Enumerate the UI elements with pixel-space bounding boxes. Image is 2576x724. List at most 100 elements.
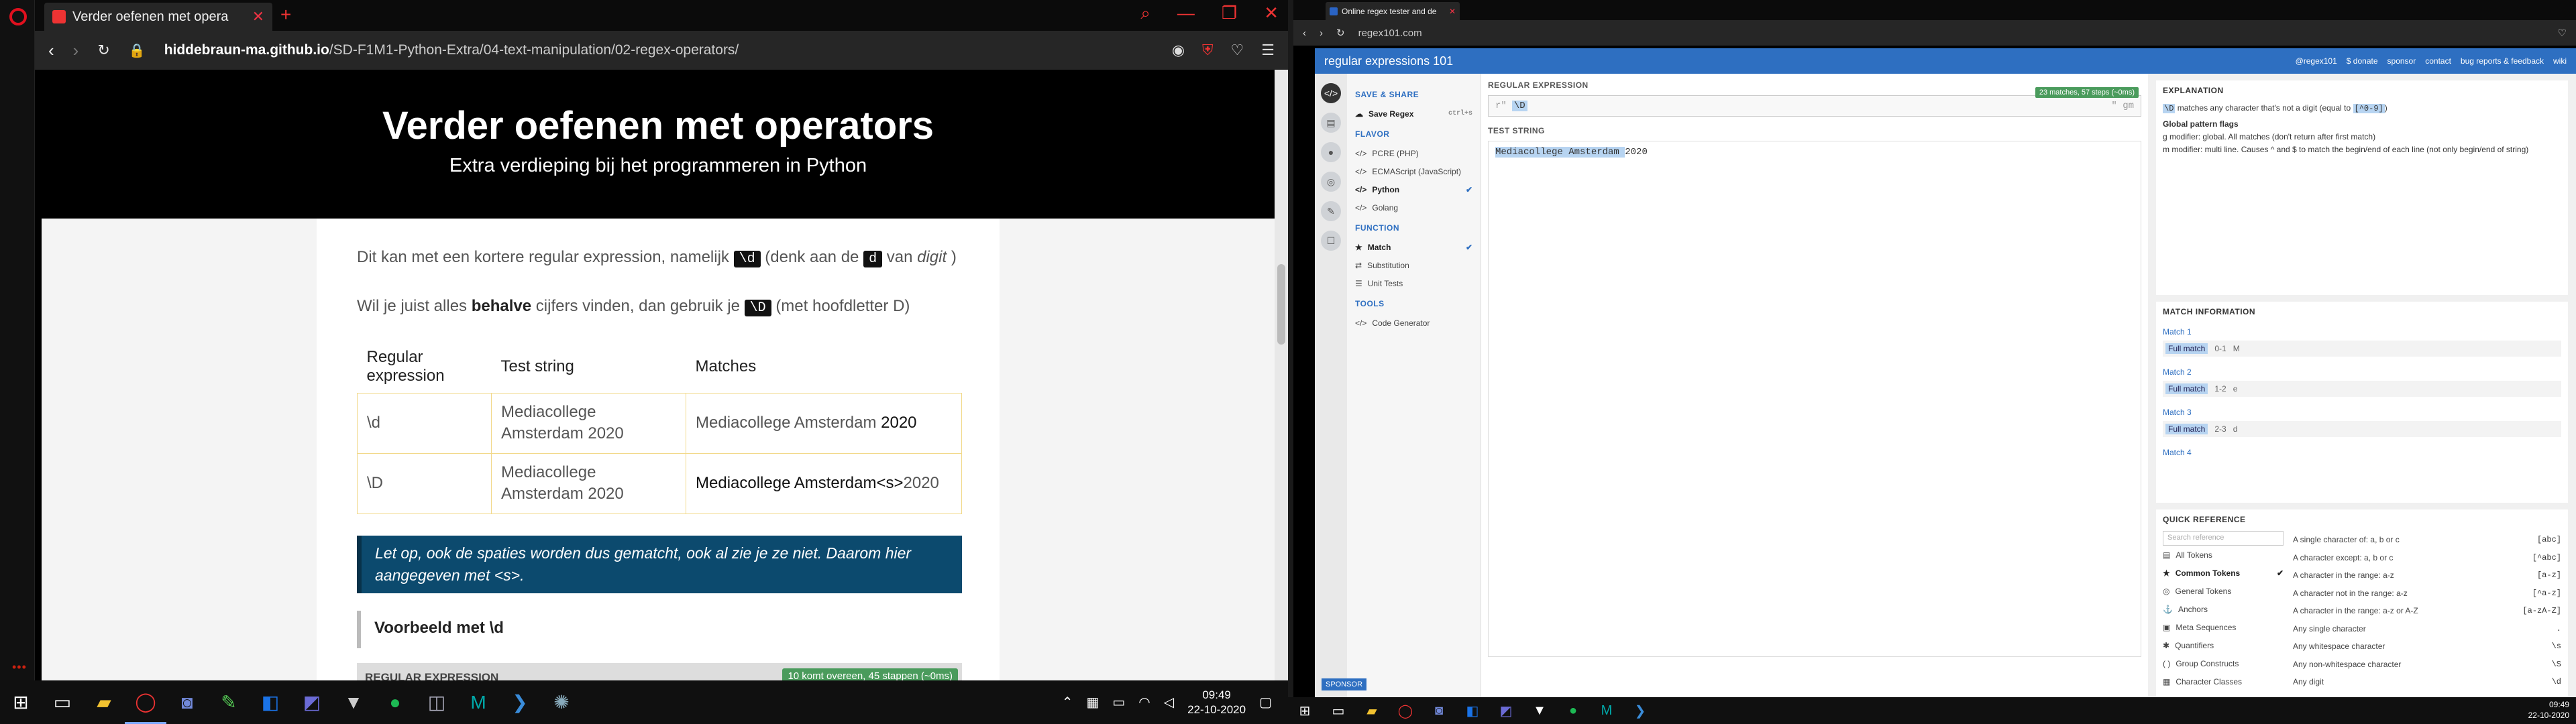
reference-row[interactable]: Any digit \d	[2293, 673, 2561, 691]
chat-icon[interactable]: ☐	[1321, 231, 1341, 251]
category-item[interactable]: ▦ Character Classes	[2163, 672, 2284, 690]
category-item[interactable]: ★ Common Tokens ✔	[2163, 564, 2284, 582]
discord-icon[interactable]: ◙	[1422, 697, 1456, 724]
reference-row[interactable]: Any single character.	[2293, 620, 2561, 638]
function-match[interactable]: ★ Match ✔	[1355, 238, 1472, 256]
flavor-pcre[interactable]: </> PCRE (PHP)	[1355, 144, 1472, 162]
sponsor-badge[interactable]: SPONSOR	[1322, 678, 1367, 690]
heart-icon[interactable]: ♡	[2558, 27, 2567, 39]
regex-editor-icon[interactable]: </>	[1321, 83, 1341, 103]
regex-input[interactable]: r" \D " gm	[1488, 95, 2141, 117]
reference-search-input[interactable]: Search reference	[2163, 531, 2284, 546]
page-scrollbar[interactable]	[1275, 70, 1288, 681]
account-icon[interactable]: ●	[1321, 142, 1341, 162]
function-unit-tests[interactable]: ☰ Unit Tests	[1355, 274, 1472, 292]
url-field[interactable]: regex101.com	[1358, 27, 2544, 39]
lock-icon[interactable]: 🔒	[129, 42, 146, 59]
match-row[interactable]: Full match 2-3 d	[2163, 421, 2561, 437]
link-contact[interactable]: contact	[2425, 56, 2451, 66]
category-item[interactable]: ⚓ Anchors	[2163, 600, 2284, 618]
opera-logo-icon[interactable]	[9, 8, 27, 25]
link-twitter[interactable]: @regex101	[2296, 56, 2337, 66]
mendix-icon[interactable]: M	[458, 680, 499, 724]
file-explorer-icon[interactable]: ▰	[1355, 697, 1389, 724]
reference-row[interactable]: A character in the range: a-z or A-Z [a-z…	[2293, 602, 2561, 620]
app-icon[interactable]: ◫	[416, 680, 458, 724]
clock-right[interactable]: 09:49 22-10-2020	[2528, 699, 2569, 721]
reference-row[interactable]: A character in the range: a-z [a-z]	[2293, 566, 2561, 585]
heart-icon[interactable]: ♡	[1231, 42, 1244, 59]
reference-row[interactable]: A character except: a, b or c [^abc]	[2293, 549, 2561, 567]
outlook-icon[interactable]: ◧	[250, 680, 291, 724]
reference-row[interactable]: A single character of: a, b or c [abc]	[2293, 531, 2561, 549]
match-row[interactable]: Full match 0-1 M	[2163, 341, 2561, 357]
teams-icon[interactable]: ◩	[291, 680, 333, 724]
easy-setup-icon[interactable]: ☰	[1261, 42, 1275, 59]
battery-icon[interactable]: ▭	[1112, 694, 1125, 711]
tool-code-generator[interactable]: </> Code Generator	[1355, 314, 1472, 332]
settings-app-icon[interactable]: ✺	[541, 680, 582, 724]
reload-icon[interactable]: ↻	[1336, 27, 1345, 39]
close-tab-icon[interactable]: ✕	[1449, 7, 1456, 16]
close-window-icon[interactable]: ✕	[1264, 3, 1279, 24]
spotify-icon[interactable]: ●	[1556, 697, 1590, 724]
windows-start-icon[interactable]: ⊞	[1288, 697, 1322, 724]
powershell-icon[interactable]: ❯	[1623, 697, 1657, 724]
save-regex-button[interactable]: ☁ Save Regex ctrl+s	[1355, 105, 1472, 123]
category-item[interactable]: ✱ Quantifiers	[2163, 636, 2284, 654]
flavor-python[interactable]: </> Python ✔	[1355, 180, 1472, 198]
teams-icon[interactable]: ◩	[1489, 697, 1523, 724]
forward-icon[interactable]: ›	[1320, 27, 1323, 39]
match-row[interactable]: Full match 1-2 e	[2163, 381, 2561, 397]
editor-icon[interactable]: ✎	[208, 680, 250, 724]
reload-icon[interactable]: ↻	[97, 42, 109, 59]
file-explorer-icon[interactable]: ▰	[83, 680, 125, 724]
link-sponsor[interactable]: sponsor	[2387, 56, 2416, 66]
opera-taskbar-icon[interactable]: ◯	[125, 680, 166, 724]
test-string-input[interactable]: Mediacollege Amsterdam 2020	[1488, 141, 2141, 657]
outlook-icon[interactable]: ◧	[1456, 697, 1489, 724]
tab-active[interactable]: Verder oefenen met opera ✕	[44, 3, 272, 31]
network-icon[interactable]: ▦	[1086, 694, 1099, 711]
opera-taskbar-icon[interactable]: ◯	[1389, 697, 1422, 724]
windows-start-icon[interactable]: ⊞	[0, 680, 42, 724]
back-icon[interactable]: ‹	[1303, 27, 1306, 39]
reference-row[interactable]: A character not in the range: a-z [^a-z]	[2293, 585, 2561, 603]
search-tabs-icon[interactable]: ⌕	[1140, 3, 1150, 24]
regex101-logo[interactable]: regular expressions 101	[1324, 54, 1453, 68]
camera-icon[interactable]: ◉	[1172, 42, 1185, 59]
restore-icon[interactable]: ❐	[1222, 3, 1237, 24]
quiz-icon[interactable]: ◎	[1321, 172, 1341, 192]
volume-icon[interactable]: ◁	[1164, 694, 1174, 711]
powershell-icon[interactable]: ❯	[499, 680, 541, 724]
function-substitution[interactable]: ⇄ Substitution	[1355, 256, 1472, 274]
sidebar-more-icon[interactable]: •••	[12, 660, 27, 674]
flavor-ecmascript[interactable]: </> ECMAScript (JavaScript)	[1355, 162, 1472, 180]
clock[interactable]: 09:49 22-10-2020	[1187, 688, 1246, 717]
flavor-golang[interactable]: </> Golang	[1355, 198, 1472, 217]
link-donate[interactable]: $ donate	[2347, 56, 2378, 66]
notifications-icon[interactable]: ▢	[1259, 694, 1272, 711]
wifi-icon[interactable]: ◠	[1138, 694, 1150, 711]
scrollbar-thumb[interactable]	[1277, 264, 1285, 345]
category-item[interactable]: ( ) Group Constructs	[2163, 654, 2284, 672]
category-item[interactable]: ▤ All Tokens	[2163, 546, 2284, 564]
close-tab-icon[interactable]: ✕	[252, 8, 264, 25]
task-view-icon[interactable]: ▭	[42, 680, 83, 724]
category-item[interactable]: ◎ General Tokens	[2163, 582, 2284, 600]
spotify-icon[interactable]: ●	[374, 680, 416, 724]
url-field[interactable]: hiddebraun-ma.github.io/SD-F1M1-Python-E…	[164, 42, 1153, 58]
reference-row[interactable]: Any whitespace character \s	[2293, 638, 2561, 656]
vpn-shield-icon[interactable]: ⛨	[1202, 42, 1214, 59]
settings-icon[interactable]: ✎	[1321, 201, 1341, 221]
back-icon[interactable]: ‹	[48, 40, 54, 61]
minimize-icon[interactable]: —	[1177, 3, 1195, 24]
flags-button[interactable]: " gm	[2111, 101, 2134, 111]
tray-chevron-icon[interactable]: ⌃	[1062, 694, 1073, 711]
category-item[interactable]: ▣ Meta Sequences	[2163, 618, 2284, 636]
mendix-icon[interactable]: M	[1590, 697, 1623, 724]
link-bug-reports[interactable]: bug reports & feedback	[2461, 56, 2544, 66]
tab-regex101[interactable]: Online regex tester and de ✕	[1326, 2, 1460, 20]
task-view-icon[interactable]: ▭	[1322, 697, 1355, 724]
forward-icon[interactable]: ›	[73, 40, 79, 61]
